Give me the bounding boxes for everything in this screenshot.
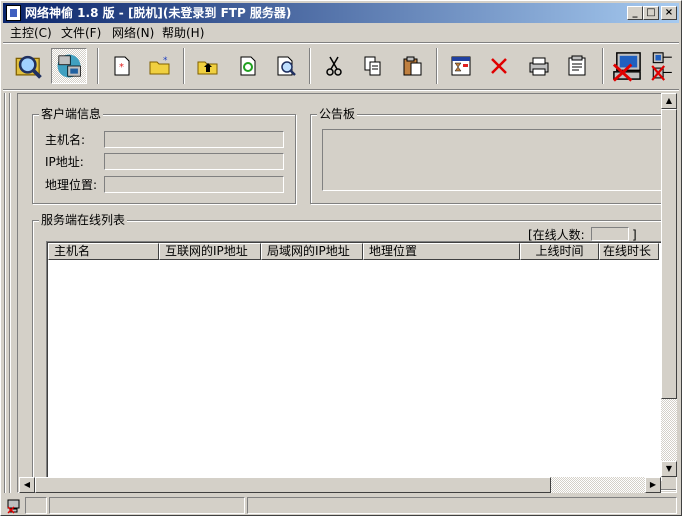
app-icon[interactable]: [6, 5, 21, 21]
cut-icon: [326, 56, 342, 76]
new-file-icon: *: [114, 56, 130, 76]
minimize-button[interactable]: _: [627, 6, 643, 20]
menu-bar: 主控(C) 文件(F) 网络(N) 帮助(H): [3, 23, 679, 42]
toolbar-button-disconnect[interactable]: [609, 48, 645, 84]
left-splitter[interactable]: [4, 93, 16, 493]
view-icon: [529, 57, 549, 76]
vertical-scroll-thumb[interactable]: [661, 109, 677, 399]
status-pane-info: [247, 497, 677, 514]
status-disconnected-icon: [7, 499, 20, 514]
ip-address-label: IP地址:: [45, 155, 84, 169]
server-list-title: 服务端在线列表: [39, 213, 128, 227]
toolbar-button-find[interactable]: [268, 48, 304, 84]
column-header-internet-ip[interactable]: 互联网的IP地址: [159, 243, 261, 260]
copy-icon: [364, 56, 381, 76]
delete-icon: [491, 58, 507, 74]
scroll-up-button[interactable]: ▲: [661, 93, 677, 109]
column-header-lan-ip[interactable]: 局域网的IP地址: [261, 243, 363, 260]
main-panel: 客户端信息 主机名: IP地址: 地理位置: 公告板 服务端在线列表 [在线人数…: [17, 93, 677, 493]
svg-text:*: *: [119, 62, 124, 73]
vertical-scrollbar[interactable]: ▲ ▼: [661, 93, 677, 477]
column-header-location[interactable]: 地理位置: [363, 243, 520, 260]
refresh-icon: [240, 56, 256, 76]
horizontal-scrollbar[interactable]: ◀ ▶: [19, 477, 661, 493]
search-icon: [15, 55, 42, 79]
toolbar-separator-bottom: [3, 89, 679, 91]
toolbar-button-search[interactable]: [11, 48, 47, 84]
paste-icon: [403, 56, 422, 76]
ip-address-field[interactable]: [104, 153, 284, 170]
maximize-button[interactable]: □: [643, 6, 659, 20]
close-button[interactable]: ×: [661, 6, 677, 20]
toolbar-button-delete[interactable]: [481, 48, 517, 84]
network-status-icon: [651, 52, 672, 81]
status-pane-icon: [25, 497, 47, 514]
toolbar: * *: [3, 44, 679, 90]
toolbar-separator: [309, 48, 311, 84]
toolbar-button-refresh[interactable]: [230, 48, 266, 84]
client-info-title: 客户端信息: [39, 107, 104, 121]
menu-control[interactable]: 主控(C): [10, 25, 52, 41]
toolbar-separator: [436, 48, 438, 84]
notice-board-content[interactable]: [322, 129, 668, 191]
toolbar-button-folder-up[interactable]: [190, 48, 226, 84]
disconnect-icon: [612, 52, 641, 82]
status-pane-message: [49, 497, 245, 514]
window-title: 网络神偷 1.8 版 - [脱机](未登录到 FTP 服务器): [25, 6, 292, 20]
location-label: 地理位置:: [45, 178, 98, 192]
notice-board-title: 公告板: [317, 107, 358, 121]
toolbar-button-properties[interactable]: [559, 48, 595, 84]
folder-up-icon: [197, 61, 218, 75]
toolbar-button-view[interactable]: [521, 48, 557, 84]
toolbar-button-new-file[interactable]: *: [104, 48, 140, 84]
toolbar-button-cut[interactable]: [316, 48, 352, 84]
title-bar[interactable]: 网络神偷 1.8 版 - [脱机](未登录到 FTP 服务器) _ □ ×: [3, 3, 679, 23]
horizontal-scroll-thumb[interactable]: [35, 477, 551, 493]
toolbar-button-paste[interactable]: [395, 48, 431, 84]
location-field[interactable]: [104, 176, 284, 193]
toolbar-button-schedule[interactable]: [443, 48, 479, 84]
online-count-prefix: [在线人数:: [528, 228, 585, 242]
svg-text:*: *: [163, 56, 168, 66]
main-window: 网络神偷 1.8 版 - [脱机](未登录到 FTP 服务器) _ □ × 主控…: [0, 0, 682, 516]
new-folder-icon: *: [149, 56, 170, 75]
column-header-online-duration[interactable]: 在线时长: [599, 243, 659, 260]
online-count-suffix: ]: [632, 228, 637, 242]
toolbar-button-copy[interactable]: [355, 48, 391, 84]
toolbar-separator: [97, 48, 99, 84]
schedule-icon: [451, 56, 471, 76]
status-bar: [3, 495, 679, 515]
menu-file[interactable]: 文件(F): [61, 25, 101, 41]
scroll-right-button[interactable]: ▶: [645, 477, 661, 493]
network-computers-icon: [57, 54, 81, 78]
column-header-online-since[interactable]: 上线时间: [520, 243, 599, 260]
properties-icon: [568, 55, 586, 76]
toolbar-separator: [183, 48, 185, 84]
scroll-down-button[interactable]: ▼: [661, 461, 677, 477]
toolbar-button-new-folder[interactable]: *: [142, 48, 178, 84]
toolbar-separator: [602, 48, 604, 84]
menu-help[interactable]: 帮助(H): [162, 25, 204, 41]
host-name-label: 主机名:: [45, 133, 86, 147]
toolbar-button-network-status[interactable]: [647, 48, 677, 84]
column-header-host[interactable]: 主机名: [48, 243, 159, 260]
menu-network[interactable]: 网络(N): [112, 25, 154, 41]
host-name-field[interactable]: [104, 131, 284, 148]
toolbar-button-network[interactable]: [51, 48, 87, 84]
find-file-icon: [277, 56, 296, 76]
online-count-field: [591, 227, 629, 241]
scroll-left-button[interactable]: ◀: [19, 477, 35, 493]
server-list[interactable]: 主机名 互联网的IP地址 局域网的IP地址 地理位置 上线时间 在线时长: [46, 241, 662, 481]
